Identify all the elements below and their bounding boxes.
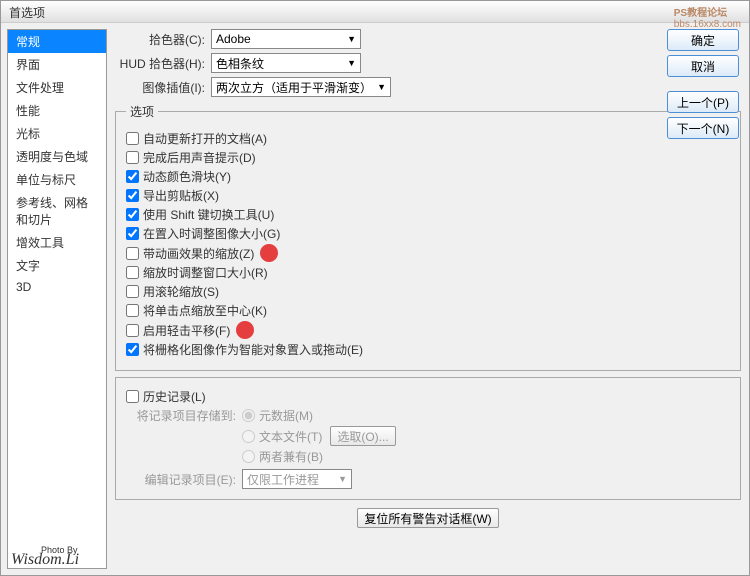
option-checkbox[interactable] [126,227,139,240]
sidebar-item[interactable]: 3D [8,277,106,297]
history-edit-dropdown: 仅限工作进程 ▼ [242,469,352,489]
content-area: 常规界面文件处理性能光标透明度与色域单位与标尺参考线、网格和切片增效工具文字3D… [1,23,749,575]
history-save-label: 将记录项目存储到: [126,407,236,424]
choose-button: 选取(O)... [330,426,395,446]
history-checkbox[interactable] [126,390,139,403]
option-checkbox[interactable] [126,324,139,337]
sidebar-item[interactable]: 性能 [8,99,106,122]
history-edit-label: 编辑记录项目(E): [126,471,236,488]
history-radio-metadata [242,409,255,422]
option-label: 带动画效果的缩放(Z) [143,245,254,262]
option-row: 导出剪贴板(X) [126,187,730,204]
option-label: 在置入时调整图像大小(G) [143,225,280,242]
sidebar-item[interactable]: 文字 [8,254,106,277]
option-row: 用滚轮缩放(S) [126,283,730,300]
option-checkbox[interactable] [126,247,139,260]
option-checkbox[interactable] [126,208,139,221]
option-checkbox[interactable] [126,304,139,317]
option-label: 用滚轮缩放(S) [143,283,219,300]
history-radio-textfile [242,430,255,443]
option-row: 完成后用声音提示(D) [126,149,730,166]
option-checkbox[interactable] [126,285,139,298]
cancel-button[interactable]: 取消 [667,55,739,77]
ok-button[interactable]: 确定 [667,29,739,51]
option-label: 自动更新打开的文档(A) [143,130,267,147]
history-fieldset: 历史记录(L) 将记录项目存储到: 元数据(M) 文本文件(T) 选取(O)..… [115,377,741,500]
main-panel: 拾色器(C): Adobe ▼ HUD 拾色器(H): 色相条纹 ▼ 图像插值(… [107,23,749,575]
chevron-down-icon: ▼ [347,34,356,44]
options-legend: 选项 [126,103,158,120]
option-row: 启用轻击平移(F) [126,321,730,339]
option-label: 将栅格化图像作为智能对象置入或拖动(E) [143,341,363,358]
prev-button[interactable]: 上一个(P) [667,91,739,113]
annotation-marker-icon [236,321,254,339]
hud-picker-dropdown[interactable]: 色相条纹 ▼ [211,53,361,73]
titlebar: 首选项 [1,1,749,23]
watermark-bottom: Photo By Wisdom.Li [11,545,79,569]
chevron-down-icon: ▼ [338,474,347,484]
history-radio-both [242,450,255,463]
interp-label: 图像插值(I): [115,79,205,96]
option-checkbox[interactable] [126,170,139,183]
sidebar-item[interactable]: 参考线、网格和切片 [8,191,106,231]
option-label: 缩放时调整窗口大小(R) [143,264,268,281]
sidebar-item[interactable]: 透明度与色域 [8,145,106,168]
picker-dropdown[interactable]: Adobe ▼ [211,29,361,49]
option-label: 动态颜色滑块(Y) [143,168,231,185]
picker-label: 拾色器(C): [115,31,205,48]
preferences-window: 首选项 PS教程论坛 bbs.16xx8.com 常规界面文件处理性能光标透明度… [0,0,750,576]
option-checkbox[interactable] [126,189,139,202]
option-row: 缩放时调整窗口大小(R) [126,264,730,281]
option-checkbox[interactable] [126,266,139,279]
sidebar-item[interactable]: 文件处理 [8,76,106,99]
option-label: 使用 Shift 键切换工具(U) [143,206,274,223]
option-row: 将栅格化图像作为智能对象置入或拖动(E) [126,341,730,358]
window-title: 首选项 [9,6,45,20]
sidebar: 常规界面文件处理性能光标透明度与色域单位与标尺参考线、网格和切片增效工具文字3D [7,29,107,569]
option-checkbox[interactable] [126,343,139,356]
sidebar-item[interactable]: 增效工具 [8,231,106,254]
option-label: 完成后用声音提示(D) [143,149,256,166]
reset-warnings-button[interactable]: 复位所有警告对话框(W) [357,508,498,528]
chevron-down-icon: ▼ [377,82,386,92]
option-checkbox[interactable] [126,151,139,164]
interp-dropdown[interactable]: 两次立方（适用于平滑渐变） ▼ [211,77,391,97]
option-row: 动态颜色滑块(Y) [126,168,730,185]
sidebar-item[interactable]: 光标 [8,122,106,145]
history-label: 历史记录(L) [143,388,206,405]
option-label: 将单击点缩放至中心(K) [143,302,267,319]
annotation-marker-icon [260,244,278,262]
sidebar-item[interactable]: 界面 [8,53,106,76]
button-column: 确定 取消 上一个(P) 下一个(N) [667,29,739,139]
option-row: 在置入时调整图像大小(G) [126,225,730,242]
hud-picker-label: HUD 拾色器(H): [115,55,205,72]
option-row: 使用 Shift 键切换工具(U) [126,206,730,223]
option-row: 带动画效果的缩放(Z) [126,244,730,262]
option-row: 将单击点缩放至中心(K) [126,302,730,319]
option-label: 导出剪贴板(X) [143,187,219,204]
option-checkbox[interactable] [126,132,139,145]
chevron-down-icon: ▼ [347,58,356,68]
sidebar-item[interactable]: 常规 [8,30,106,53]
option-label: 启用轻击平移(F) [143,322,230,339]
sidebar-item[interactable]: 单位与标尺 [8,168,106,191]
next-button[interactable]: 下一个(N) [667,117,739,139]
options-fieldset: 选项 自动更新打开的文档(A) 完成后用声音提示(D) 动态颜色滑块(Y) 导出剪贴板… [115,103,741,371]
option-row: 自动更新打开的文档(A) [126,130,730,147]
